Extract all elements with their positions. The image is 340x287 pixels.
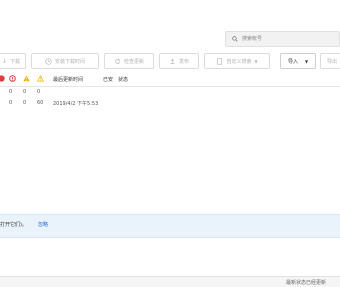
refresh-icon [115,58,120,64]
custom-filter-dropdown[interactable]: 自定义搜索 ▼ [204,53,270,69]
install-schedule-button[interactable]: 安装下载时间 [31,53,99,69]
top-bar [0,0,340,28]
clock-icon [45,57,52,65]
import-dropdown[interactable]: 导入 ▼ [280,53,316,69]
column-updated-time: 最后更新时间 [53,77,84,83]
summary-warning-count: 0 [23,89,27,95]
document-icon [217,57,223,65]
upload-icon [170,58,175,64]
notice-text: 打开它们)。 [0,222,27,228]
column-installed: 已安 [103,77,114,83]
publish-button[interactable]: 发布 [159,53,199,69]
summary-info-count: 0 [37,89,41,95]
row-warning-count: 0 [23,100,27,106]
column-status: 状态 [118,77,129,83]
search-icon [232,36,238,42]
chevron-down-icon: ▼ [304,58,309,64]
export-button[interactable]: 导出 [320,53,340,69]
search-input[interactable] [242,32,332,46]
ignore-link[interactable]: 忽略 [38,221,48,228]
summary-error-count: 0 [9,89,13,95]
status-bar-text: 最新状态已经更新 [286,280,327,286]
download-button[interactable]: ↓ 下载 [0,53,26,69]
warning-filled-icon [23,75,30,82]
row-info-count: 60 [37,100,44,106]
warning-outline-icon [37,75,44,82]
chevron-down-icon: ▼ [254,58,258,64]
table-row[interactable]: 0 0 60 2019/4/2 下午5:53 [0,98,340,109]
check-update-button[interactable]: 检查更新 [104,53,154,69]
download-icon: ↓ [1,57,7,65]
row-updated-time: 2019/4/2 下午5:53 [53,101,99,107]
table-header [0,72,340,87]
error-circle-icon [9,75,16,82]
notice-bar [0,214,340,238]
error-dot-icon [0,75,5,82]
search-box[interactable] [225,31,340,47]
row-error-count: 0 [9,100,13,106]
